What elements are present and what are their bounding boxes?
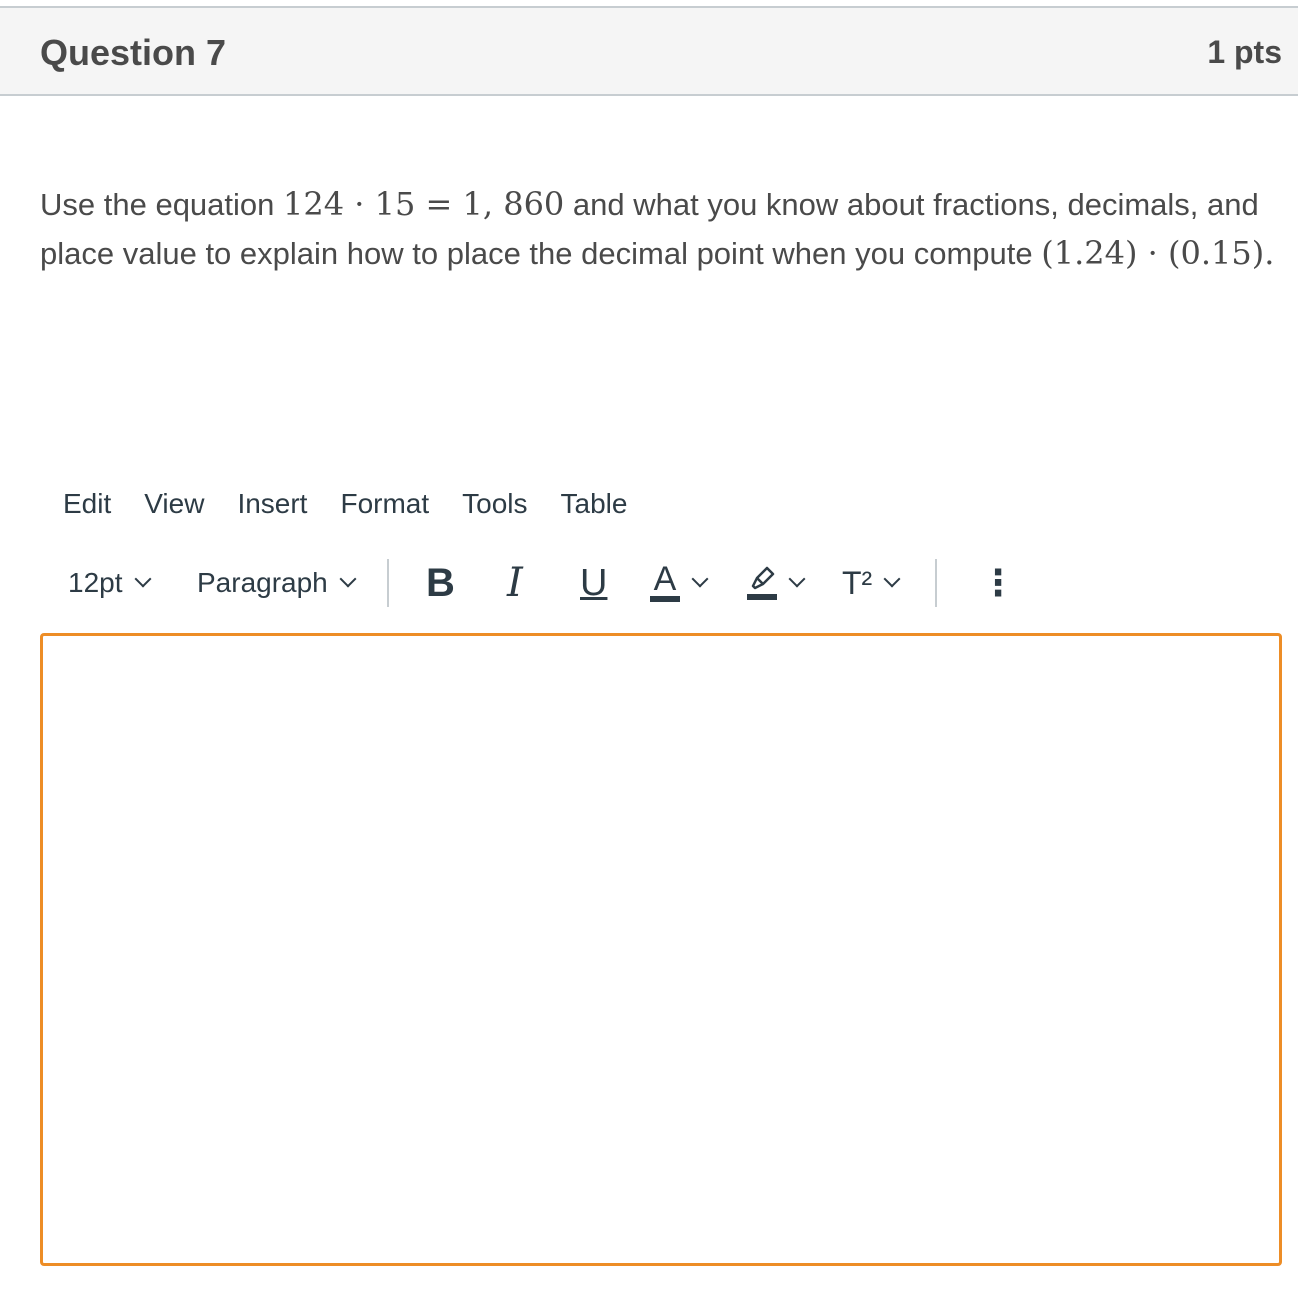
menu-table[interactable]: Table (561, 488, 628, 528)
menu-tools[interactable]: Tools (462, 488, 527, 528)
highlighter-icon (747, 566, 777, 600)
question-text-part1: Use the equation (40, 187, 275, 222)
highlight-color-button[interactable] (747, 555, 806, 611)
question-text-end: . (1264, 234, 1275, 272)
toolbar-divider (387, 559, 389, 607)
bold-icon: B (426, 560, 455, 605)
toolbar-divider (935, 559, 937, 607)
compute-math: (1.24) · (0.15) (1041, 234, 1265, 272)
text-color-swatch (650, 596, 680, 602)
text-color-button[interactable]: A (650, 555, 709, 611)
question-header: Question 7 1 pts (0, 6, 1298, 96)
bold-button[interactable]: B (426, 555, 455, 611)
rich-text-editor-area[interactable] (40, 633, 1282, 1266)
font-size-value: 12pt (68, 567, 123, 598)
chevron-down-icon (691, 570, 709, 588)
superscript-button[interactable]: T² (842, 555, 901, 611)
chevron-down-icon (883, 570, 901, 588)
underline-icon: U (580, 561, 608, 604)
more-vertical-icon: ⋮ (980, 562, 1016, 603)
question-text: Use the equation 124 · 15 = 1, 860 and w… (40, 180, 1285, 278)
question-title: Question 7 (40, 32, 227, 73)
more-options-button[interactable]: ⋮ (980, 555, 1016, 611)
menu-edit[interactable]: Edit (63, 488, 111, 528)
editor-menubar: Edit View Insert Format Tools Table (63, 488, 660, 528)
editor-toolbar: 12pt Paragraph B I U A T² ⋮ (40, 555, 1040, 611)
italic-button[interactable]: I (507, 555, 523, 611)
block-format-dropdown[interactable]: Paragraph (197, 555, 357, 611)
superscript-icon: T² (842, 564, 873, 601)
text-color-letter: A (653, 560, 677, 598)
chevron-down-icon (339, 570, 357, 588)
menu-insert[interactable]: Insert (237, 488, 307, 528)
highlight-swatch (747, 594, 777, 600)
chevron-down-icon (788, 570, 806, 588)
chevron-down-icon (134, 570, 151, 588)
equation-math: 124 · 15 = 1, 860 (283, 185, 565, 223)
highlighter-glyph (751, 566, 775, 590)
menu-view[interactable]: View (144, 488, 204, 528)
italic-icon: I (507, 560, 523, 606)
menu-format[interactable]: Format (340, 488, 429, 528)
underline-button[interactable]: U (580, 555, 607, 611)
font-size-dropdown[interactable]: 12pt (68, 555, 151, 611)
text-color-icon: A (650, 560, 680, 602)
block-format-value: Paragraph (197, 567, 328, 598)
question-points: 1 pts (1207, 34, 1282, 70)
